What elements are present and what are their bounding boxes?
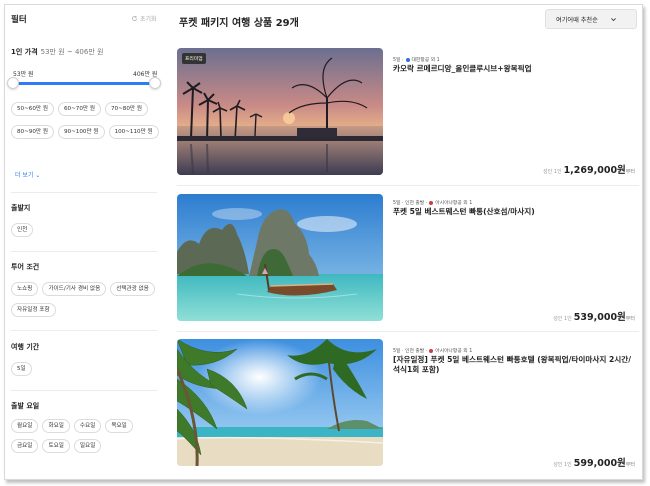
duration-chip-group: 5일 (11, 362, 32, 376)
price-chip[interactable]: 60~70만 원 (58, 102, 101, 116)
tour-chip[interactable]: 가이드/기사 경비 없음 (42, 282, 107, 296)
page-title: 푸켓 패키지 여행 상품 29개 (179, 18, 299, 29)
divider (177, 185, 639, 186)
product-card[interactable]: 5일 · 인천 출발 · 아시아나항공 외 1 [자유일정] 푸켓 5일 베스트… (177, 339, 639, 469)
price-chip[interactable]: 50~60만 원 (11, 102, 54, 116)
sort-dropdown[interactable]: 여기어때 추천순 (545, 9, 637, 29)
meta-prefix: 5일 · (393, 58, 404, 63)
tour-chip-group: 노쇼핑 가이드/기사 경비 없음 선택관광 없음 자유일정 포함 (11, 282, 161, 317)
departure-chip[interactable]: 인천 (11, 223, 34, 237)
premium-badge: 프리미엄 (182, 53, 206, 64)
divider (11, 390, 157, 391)
airline-logo-icon (429, 200, 434, 205)
chevron-down-icon (610, 17, 616, 21)
duration-chip[interactable]: 5일 (11, 362, 32, 376)
weekday-chip[interactable]: 목요일 (105, 419, 133, 433)
filter-sidebar: 필터 초기화 1인 가격 53만 원 ~ 406만 원 53만 원 406만 원 … (5, 5, 163, 479)
tour-chip[interactable]: 자유일정 포함 (11, 303, 56, 317)
price-min-label: 53만 원 (13, 71, 34, 78)
divider (11, 251, 157, 252)
more-price-button[interactable]: 더 보기 ⌄ (15, 170, 40, 179)
app-window: 필터 초기화 1인 가격 53만 원 ~ 406만 원 53만 원 406만 원 … (4, 4, 643, 480)
price-value: 1,269,000원 (563, 165, 626, 176)
price-slider-track[interactable] (13, 82, 153, 85)
price-value: 539,000원 (573, 312, 626, 323)
price-filter-title: 1인 가격 53만 원 ~ 406만 원 (11, 47, 103, 57)
product-price: 성인 1인 539,000원부터 (553, 309, 635, 323)
product-image-longtail-boat[interactable] (177, 194, 383, 321)
weekday-chip[interactable]: 월요일 (11, 419, 39, 433)
airline-name: 아시아나항공 외 1 (435, 349, 473, 354)
price-label: 성인 1인 (553, 316, 572, 322)
airline-logo-icon (405, 57, 410, 62)
tour-chip[interactable]: 선택관광 없음 (110, 282, 155, 296)
weekday-chip[interactable]: 수요일 (73, 419, 102, 433)
product-image-palm-beach[interactable] (177, 339, 383, 466)
product-price: 성인 1인 599,000원부터 (553, 455, 635, 469)
divider (11, 330, 157, 331)
weekday-chip[interactable]: 화요일 (42, 419, 70, 433)
tour-filter-title: 투어 조건 (11, 263, 40, 271)
airline-name: 대한항공 외 1 (411, 58, 440, 63)
divider (177, 331, 639, 332)
product-card[interactable]: 5일 · 인천 출발 · 아시아나항공 외 1 푸켓 5일 베스트웨스턴 빠통(… (177, 194, 639, 323)
price-label: 성인 1인 (553, 462, 572, 468)
product-name[interactable]: 카오락 르메르디앙_올인클루시브+왕복픽업 (393, 64, 637, 74)
price-range-text: 53만 원 ~ 406만 원 (40, 48, 104, 56)
price-suffix: 부터 (625, 316, 635, 322)
product-card[interactable]: 프리미엄 5일 · 대한항공 외 1 카오락 르메르디앙_올인클루시브+왕복픽업… (177, 48, 639, 176)
price-slider-max-handle[interactable] (149, 77, 161, 89)
price-slider-min-handle[interactable] (7, 77, 19, 89)
weekday-filter-title: 출발 요일 (11, 402, 40, 410)
price-chip-group: 50~60만 원 60~70만 원 70~80만 원 80~90만 원 90~1… (11, 102, 161, 139)
product-name[interactable]: 푸켓 5일 베스트웨스턴 빠통(산호섬/마사지) (393, 207, 637, 217)
sort-label: 여기어때 추천순 (556, 16, 598, 24)
price-label: 성인 1인 (542, 169, 562, 175)
reset-label: 초기화 (140, 16, 157, 23)
price-suffix: 부터 (625, 169, 635, 175)
chevron-down-icon: ⌄ (35, 172, 41, 179)
product-price: 성인 1인 1,269,000원부터 (543, 162, 635, 176)
price-chip[interactable]: 80~90만 원 (11, 125, 54, 139)
reset-filter-button[interactable]: 초기화 (131, 14, 157, 23)
departure-chip-group: 인천 (11, 223, 34, 237)
price-suffix: 부터 (625, 462, 635, 468)
weekday-chip[interactable]: 금요일 (11, 439, 39, 453)
meta-prefix: 5일 · 인천 출발 · (393, 349, 428, 354)
airline-logo-icon (429, 348, 434, 353)
price-title-text: 1인 가격 (11, 48, 38, 56)
more-label: 더 보기 (15, 172, 34, 179)
weekday-chip[interactable]: 토요일 (42, 439, 70, 453)
duration-filter-title: 여행 기간 (11, 343, 40, 351)
product-meta: 5일 · 인천 출발 · 아시아나항공 외 1 (393, 199, 472, 206)
price-chip[interactable]: 90~100만 원 (58, 125, 105, 139)
product-name[interactable]: [자유일정] 푸켓 5일 베스트웨스턴 빠통호텔 (왕복픽업/타이마사지 2시간… (393, 355, 637, 375)
product-image-sunset-pool[interactable]: 프리미엄 (177, 48, 383, 175)
price-chip[interactable]: 100~110만 원 (108, 125, 159, 139)
weekday-chip[interactable]: 일요일 (73, 439, 102, 453)
refresh-icon (132, 15, 137, 21)
product-meta: 5일 · 대한항공 외 1 (393, 56, 440, 63)
weekday-chip-group: 월요일 화요일 수요일 목요일 금요일 토요일 일요일 (11, 419, 161, 453)
tour-chip[interactable]: 노쇼핑 (11, 282, 39, 296)
departure-filter-title: 출발지 (11, 204, 31, 212)
divider (11, 192, 157, 193)
price-value: 599,000원 (573, 458, 626, 469)
price-chip[interactable]: 70~80만 원 (105, 102, 148, 116)
airline-name: 아시아나항공 외 1 (435, 201, 473, 206)
filter-title: 필터 (11, 15, 27, 25)
product-meta: 5일 · 인천 출발 · 아시아나항공 외 1 (393, 347, 472, 354)
meta-prefix: 5일 · 인천 출발 · (393, 201, 428, 206)
